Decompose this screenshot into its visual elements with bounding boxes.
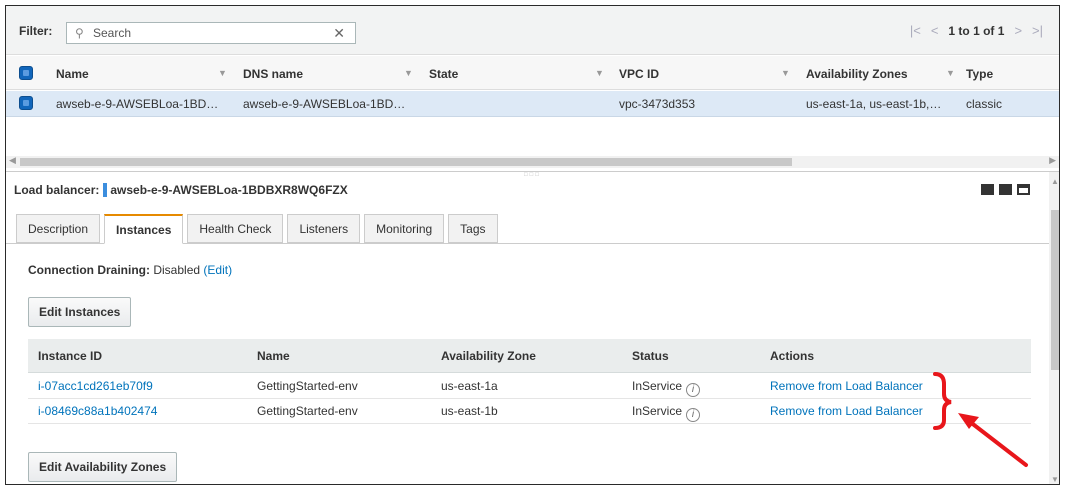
first-page-button[interactable]: |< bbox=[910, 23, 921, 38]
sort-icon[interactable]: ▼ bbox=[781, 68, 790, 78]
column-header-zone: Availability Zone bbox=[441, 349, 536, 363]
sort-icon[interactable]: ▼ bbox=[218, 68, 227, 78]
info-icon[interactable]: i bbox=[686, 383, 701, 397]
instance-name: GettingStarted-env bbox=[257, 404, 358, 418]
table-row[interactable]: awseb-e-9-AWSEBLoa-1BD… awseb-e-9-AWSEBL… bbox=[6, 91, 1059, 117]
tab-monitoring[interactable]: Monitoring bbox=[364, 214, 445, 243]
column-header-vpc[interactable]: VPC ID bbox=[619, 67, 659, 81]
scroll-up-icon[interactable]: ▲ bbox=[1051, 177, 1059, 186]
detail-tabs: Description Instances Health Check Liste… bbox=[16, 214, 498, 244]
search-box[interactable]: ⚲ ✕ bbox=[66, 22, 356, 44]
status-text: InService bbox=[632, 404, 683, 418]
next-page-button[interactable]: > bbox=[1014, 23, 1022, 38]
status-text: InService bbox=[632, 379, 683, 393]
scrollbar-thumb[interactable] bbox=[1051, 210, 1059, 370]
column-header-actions: Actions bbox=[770, 349, 815, 363]
layout-toggle bbox=[981, 184, 1030, 195]
filter-bar: Filter: ⚲ ✕ |< < 1 to 1 of 1 > >| bbox=[6, 6, 1059, 55]
instances-table-header: Instance ID Name Availability Zone Statu… bbox=[28, 339, 1031, 373]
draining-edit-link[interactable]: (Edit) bbox=[203, 263, 232, 277]
row-dns: awseb-e-9-AWSEBLoa-1BD… bbox=[243, 97, 406, 111]
scroll-right-icon[interactable]: ▶ bbox=[1049, 155, 1056, 166]
tab-instances[interactable]: Instances bbox=[104, 214, 184, 244]
remove-from-lb-link[interactable]: Remove from Load Balancer bbox=[770, 404, 923, 418]
scroll-left-icon[interactable]: ◀ bbox=[9, 155, 16, 166]
detail-title: Load balancer: awseb-e-9-AWSEBLoa-1BDBXR8… bbox=[14, 183, 348, 197]
instances-table: Instance ID Name Availability Zone Statu… bbox=[28, 339, 1031, 424]
edit-zones-button[interactable]: Edit Availability Zones bbox=[28, 452, 178, 482]
table-row: i-08469c88a1b402474 GettingStarted-env u… bbox=[28, 399, 1031, 424]
instance-zone: us-east-1a bbox=[441, 379, 498, 393]
scrollbar-thumb[interactable] bbox=[20, 158, 792, 166]
search-icon: ⚲ bbox=[75, 26, 84, 40]
column-header-zones[interactable]: Availability Zones bbox=[806, 67, 908, 81]
row-name: awseb-e-9-AWSEBLoa-1BD… bbox=[56, 97, 219, 111]
vertical-scrollbar[interactable]: ▲ ▼ bbox=[1049, 172, 1059, 484]
remove-from-lb-link[interactable]: Remove from Load Balancer bbox=[770, 379, 923, 393]
select-all-checkbox[interactable] bbox=[19, 66, 33, 80]
column-header-name: Name bbox=[257, 349, 290, 363]
row-zones: us-east-1a, us-east-1b,… bbox=[806, 97, 942, 111]
edit-instances-button[interactable]: Edit Instances bbox=[28, 297, 132, 327]
detail-title-value: awseb-e-9-AWSEBLoa-1BDBXR8WQ6FZX bbox=[110, 183, 348, 197]
instance-status: InService i bbox=[632, 379, 701, 397]
draining-label: Connection Draining: bbox=[28, 263, 150, 277]
filter-label: Filter: bbox=[19, 24, 53, 38]
sort-icon[interactable]: ▼ bbox=[404, 68, 413, 78]
layout-full-icon[interactable] bbox=[981, 184, 994, 195]
tab-listeners[interactable]: Listeners bbox=[287, 214, 361, 243]
column-header-type[interactable]: Type bbox=[966, 67, 993, 81]
detail-title-label: Load balancer: bbox=[14, 183, 100, 197]
row-checkbox[interactable] bbox=[19, 96, 33, 110]
instance-id-link[interactable]: i-07acc1cd261eb70f9 bbox=[38, 379, 153, 393]
resize-grip-icon[interactable]: □□□ bbox=[524, 172, 541, 178]
scroll-down-icon[interactable]: ▼ bbox=[1051, 475, 1059, 484]
search-input[interactable] bbox=[91, 24, 321, 42]
instance-id-link[interactable]: i-08469c88a1b402474 bbox=[38, 404, 157, 418]
instance-name: GettingStarted-env bbox=[257, 379, 358, 393]
layout-collapse-icon[interactable] bbox=[1017, 184, 1030, 195]
pagination-text: 1 to 1 of 1 bbox=[948, 23, 1005, 38]
column-header-state[interactable]: State bbox=[429, 67, 458, 81]
column-header-instance-id: Instance ID bbox=[38, 349, 103, 363]
connection-draining: Connection Draining: Disabled (Edit) bbox=[28, 263, 232, 277]
prev-page-button[interactable]: < bbox=[931, 23, 939, 38]
column-header-name[interactable]: Name bbox=[56, 67, 89, 81]
draining-value: Disabled bbox=[153, 263, 201, 277]
pagination: |< < 1 to 1 of 1 > >| bbox=[910, 23, 1043, 38]
tab-description[interactable]: Description bbox=[16, 214, 101, 243]
console-panel: Filter: ⚲ ✕ |< < 1 to 1 of 1 > >| Name ▼… bbox=[5, 5, 1060, 485]
close-icon[interactable]: ✕ bbox=[333, 25, 345, 42]
horizontal-scrollbar[interactable]: ◀ ▶ bbox=[6, 155, 1059, 168]
instance-zone: us-east-1b bbox=[441, 404, 498, 418]
tab-tags[interactable]: Tags bbox=[448, 214, 498, 243]
table-header: Name ▼ DNS name ▼ State ▼ VPC ID ▼ Avail… bbox=[6, 56, 1059, 90]
column-header-dns[interactable]: DNS name bbox=[243, 67, 303, 81]
last-page-button[interactable]: >| bbox=[1032, 23, 1043, 38]
sort-icon[interactable]: ▼ bbox=[595, 68, 604, 78]
color-swatch bbox=[103, 183, 108, 197]
instance-status: InService i bbox=[632, 404, 701, 422]
sort-icon[interactable]: ▼ bbox=[946, 68, 955, 78]
table-row: i-07acc1cd261eb70f9 GettingStarted-env u… bbox=[28, 374, 1031, 399]
column-header-status: Status bbox=[632, 349, 669, 363]
tab-health-check[interactable]: Health Check bbox=[187, 214, 284, 243]
layout-split-icon[interactable] bbox=[999, 184, 1012, 195]
info-icon[interactable]: i bbox=[686, 408, 701, 422]
row-type: classic bbox=[966, 97, 1003, 111]
row-vpc: vpc-3473d353 bbox=[619, 97, 696, 111]
